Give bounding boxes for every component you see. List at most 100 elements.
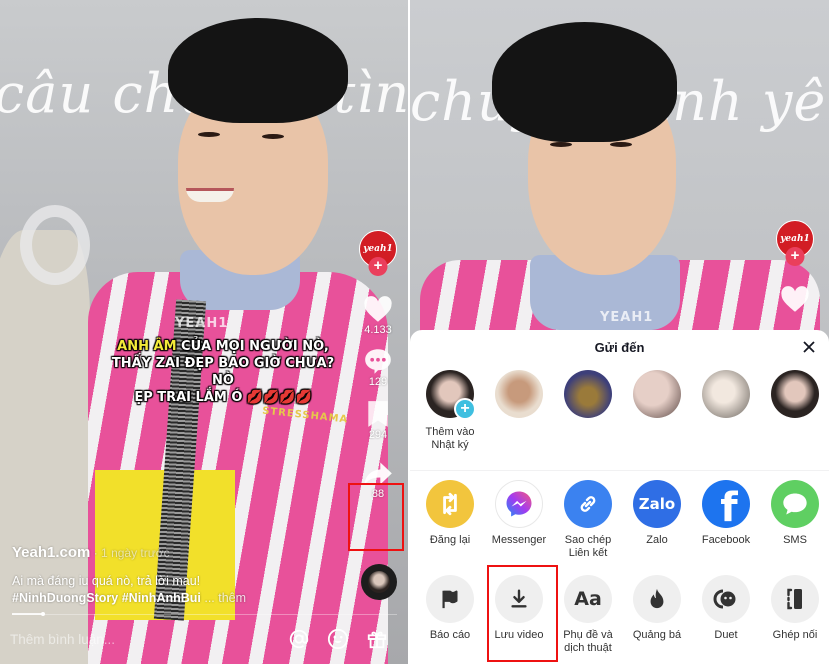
eye	[550, 142, 572, 147]
messenger-icon	[495, 480, 543, 528]
contact-item[interactable]	[691, 370, 761, 418]
video-caption-overlay: ANH ÂM CỦA MỌI NGƯỜI NÒ, THẤY ZAI ĐẸP BA…	[98, 338, 348, 406]
flame-icon	[633, 575, 681, 623]
like-count: 4.133	[364, 324, 392, 336]
sheet-title: Gửi đến	[594, 340, 645, 355]
caption-line: THẤY ZAI ĐẸP BAO GIỜ CHƯA?	[111, 356, 335, 371]
action-report[interactable]: Báo cáo	[415, 575, 485, 642]
like-button[interactable]	[780, 286, 810, 313]
divider	[410, 470, 829, 471]
description-text: Ai mà đáng iu quá nò, trả lời mau!	[12, 574, 201, 588]
comment-button[interactable]: 129	[364, 348, 392, 388]
caption-highlight: ANH ÂM	[117, 339, 177, 354]
like-button[interactable]: 4.133	[363, 296, 393, 336]
avatar	[495, 370, 543, 418]
share-copy-link[interactable]: Sao chép Liên kết	[553, 480, 623, 560]
eye	[610, 142, 632, 147]
share-facebook[interactable]: f Facebook	[691, 480, 761, 547]
close-icon[interactable]	[801, 339, 817, 355]
avatar	[771, 370, 819, 418]
action-rail: yeah1 + 4.133 129 294 88	[355, 230, 401, 500]
author-line: Yeah1.com · 1 ngày trước	[12, 544, 170, 561]
heart-icon	[781, 286, 809, 312]
hashtags[interactable]: #NinhDuongStory #NinhAnhBui	[12, 591, 201, 605]
facebook-icon: f	[702, 480, 750, 528]
comment-icon	[365, 349, 391, 374]
share-messenger[interactable]: Messenger	[484, 480, 554, 547]
action-duet[interactable]: Duet	[691, 575, 761, 642]
eye	[198, 132, 220, 137]
contact-item[interactable]	[622, 370, 692, 418]
background-hoop-shape	[20, 205, 90, 285]
music-cover-image	[368, 571, 390, 593]
action-promote[interactable]: Quảng bá	[622, 575, 692, 642]
share-sheet-screen: chuyện tình yêu YEAH1 yeah1 + Gửi đến	[410, 0, 829, 664]
share-label: Sao chép Liên kết	[564, 534, 612, 559]
author-name[interactable]: Yeah1.com	[12, 544, 90, 561]
share-zalo[interactable]: Zalo Zalo	[622, 480, 692, 547]
save-video-highlight-annotation	[487, 565, 558, 662]
share-repost[interactable]: Đăng lại	[415, 480, 485, 547]
action-label: Quảng bá	[632, 629, 682, 641]
repost-icon	[426, 480, 474, 528]
flag-icon	[426, 575, 474, 623]
video-description: Ai mà đáng iu quá nò, trả lời mau! #Ninh…	[12, 573, 342, 607]
creator-avatar[interactable]: yeah1 +	[776, 220, 814, 266]
share-label: Zalo	[646, 534, 668, 546]
follow-button[interactable]: +	[785, 247, 805, 266]
action-stitch[interactable]: Ghép nối	[760, 575, 829, 642]
emoji-icon[interactable]	[327, 628, 349, 650]
eye	[262, 134, 284, 139]
action-captions[interactable]: Aa Phụ đề và dịch thuật	[553, 575, 623, 655]
avatar	[564, 370, 612, 418]
share-highlight-annotation	[348, 483, 404, 551]
contact-add-to-story[interactable]: + Thêm vào Nhật ký	[415, 370, 485, 452]
smile	[186, 188, 234, 202]
caption-line: CỦA MỌI NGƯỜI NÒ,	[176, 339, 329, 354]
video-progress-bar[interactable]	[12, 612, 397, 616]
save-button[interactable]: 294	[367, 400, 389, 441]
caption-line: ẸP TRAI LẮM Ó 💋💋💋💋	[134, 390, 312, 405]
share-label: Facebook	[701, 534, 751, 546]
stitch-icon	[771, 575, 819, 623]
progress-handle[interactable]	[40, 612, 45, 616]
share-label: Messenger	[491, 534, 547, 546]
creator-logo: yeah1	[780, 234, 810, 244]
caption-line: NÒ	[212, 373, 234, 388]
avatar	[633, 370, 681, 418]
follow-button[interactable]: +	[368, 257, 388, 276]
avatar: +	[426, 370, 476, 420]
zalo-glyph: Zalo	[638, 495, 676, 513]
progress-fill	[12, 613, 43, 615]
more-link[interactable]: ... thêm	[201, 591, 246, 605]
bookmark-icon	[368, 401, 388, 427]
creator-logo: yeah1	[363, 244, 393, 254]
sms-icon	[771, 480, 819, 528]
share-sms[interactable]: SMS	[760, 480, 829, 547]
action-rail: yeah1 +	[772, 220, 818, 313]
watermark: YEAH1	[600, 310, 654, 325]
plus-icon: +	[454, 398, 476, 420]
zalo-icon: Zalo	[633, 480, 681, 528]
share-sheet: Gửi đến + Thêm vào Nhật ký Đăng lại Mess…	[410, 330, 829, 664]
contact-item[interactable]	[484, 370, 554, 418]
action-label: Ghép nối	[772, 629, 818, 641]
video-feed-screen[interactable]: câu chuyện tình YEAH1 STRESSHAMA ANH ÂM …	[0, 0, 408, 664]
action-label: Duet	[714, 629, 738, 641]
gift-icon[interactable]	[366, 628, 388, 650]
link-icon	[564, 480, 612, 528]
comment-count: 129	[368, 376, 388, 388]
contact-item[interactable]	[553, 370, 623, 418]
music-disc[interactable]	[361, 564, 397, 600]
mention-icon[interactable]	[288, 628, 310, 650]
action-label: Báo cáo	[429, 629, 471, 641]
contact-item[interactable]	[760, 370, 829, 418]
action-label: Phụ đề và dịch thuật	[563, 629, 613, 654]
share-label: Đăng lại	[429, 534, 471, 546]
screenshot-root: câu chuyện tình YEAH1 STRESSHAMA ANH ÂM …	[0, 0, 829, 664]
comment-input[interactable]	[10, 626, 270, 652]
contact-label: Thêm vào Nhật ký	[425, 426, 475, 451]
creator-avatar[interactable]: yeah1 +	[359, 230, 397, 276]
save-count: 294	[368, 429, 388, 441]
captions-glyph: Aa	[574, 588, 602, 610]
